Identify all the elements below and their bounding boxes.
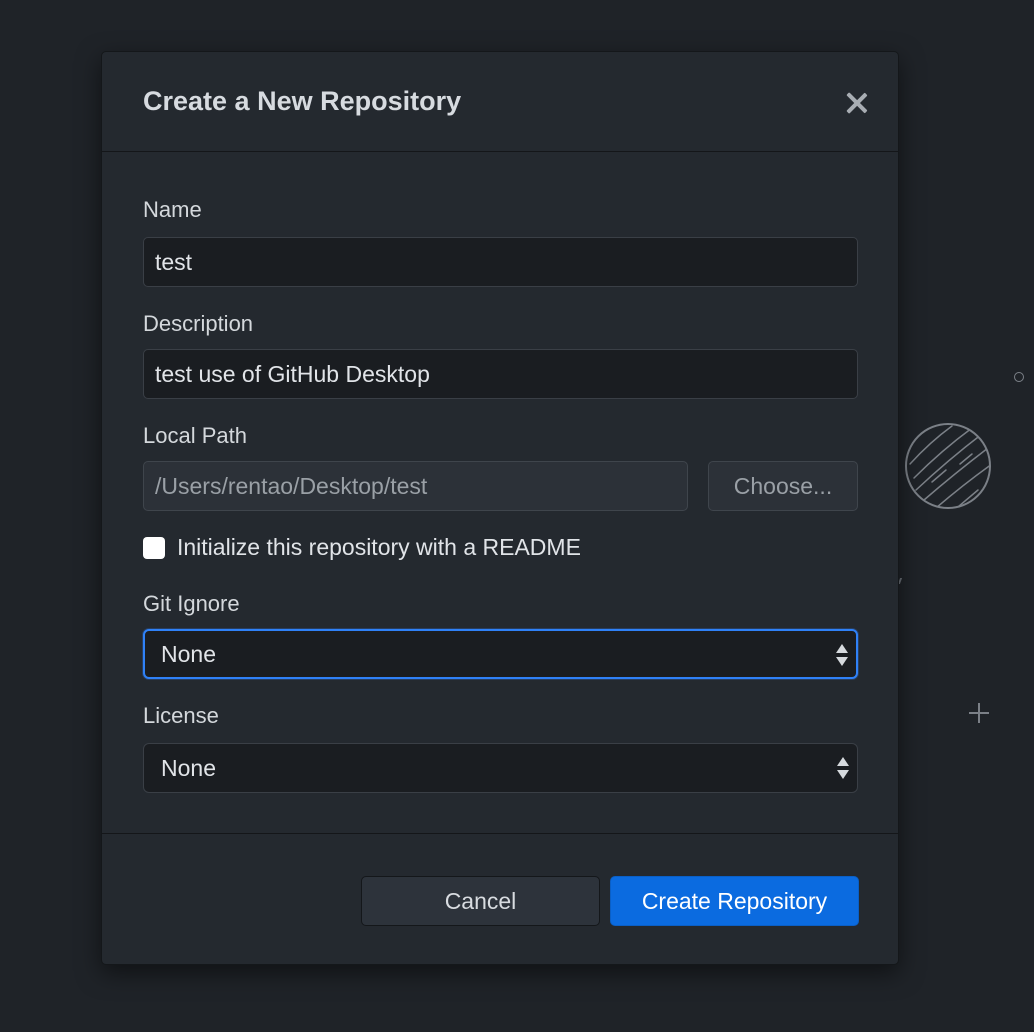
close-icon[interactable] xyxy=(844,90,870,116)
select-arrows-icon xyxy=(836,644,848,668)
readme-checkbox-label[interactable]: Initialize this repository with a README xyxy=(177,534,581,561)
license-select[interactable]: None xyxy=(143,743,858,793)
choose-path-button[interactable]: Choose... xyxy=(708,461,858,511)
dialog-footer: Cancel Create Repository xyxy=(102,833,898,964)
name-input[interactable]: test xyxy=(143,237,858,287)
circle-icon xyxy=(1014,372,1024,382)
description-label: Description xyxy=(143,311,254,336)
description-input[interactable]: test use of GitHub Desktop xyxy=(143,349,858,399)
local-path-label: Local Path xyxy=(143,423,247,448)
readme-checkbox[interactable] xyxy=(143,537,165,559)
license-label: License xyxy=(143,703,219,728)
select-arrows-icon xyxy=(837,757,849,781)
plus-icon xyxy=(966,700,992,726)
license-selected-value: None xyxy=(161,755,216,781)
cancel-button[interactable]: Cancel xyxy=(361,876,600,926)
local-path-input[interactable]: /Users/rentao/Desktop/test xyxy=(143,461,688,511)
dialog-header: Create a New Repository xyxy=(102,52,898,152)
create-repository-button[interactable]: Create Repository xyxy=(610,876,859,926)
planet-illustration-icon xyxy=(905,423,991,509)
dialog-title: Create a New Repository xyxy=(143,86,462,116)
git-ignore-label: Git Ignore xyxy=(143,591,240,616)
create-repository-dialog: Create a New Repository Name test Descri… xyxy=(101,51,899,965)
git-ignore-select[interactable]: None xyxy=(143,629,858,679)
git-ignore-selected-value: None xyxy=(161,641,216,667)
name-label: Name xyxy=(143,197,202,222)
